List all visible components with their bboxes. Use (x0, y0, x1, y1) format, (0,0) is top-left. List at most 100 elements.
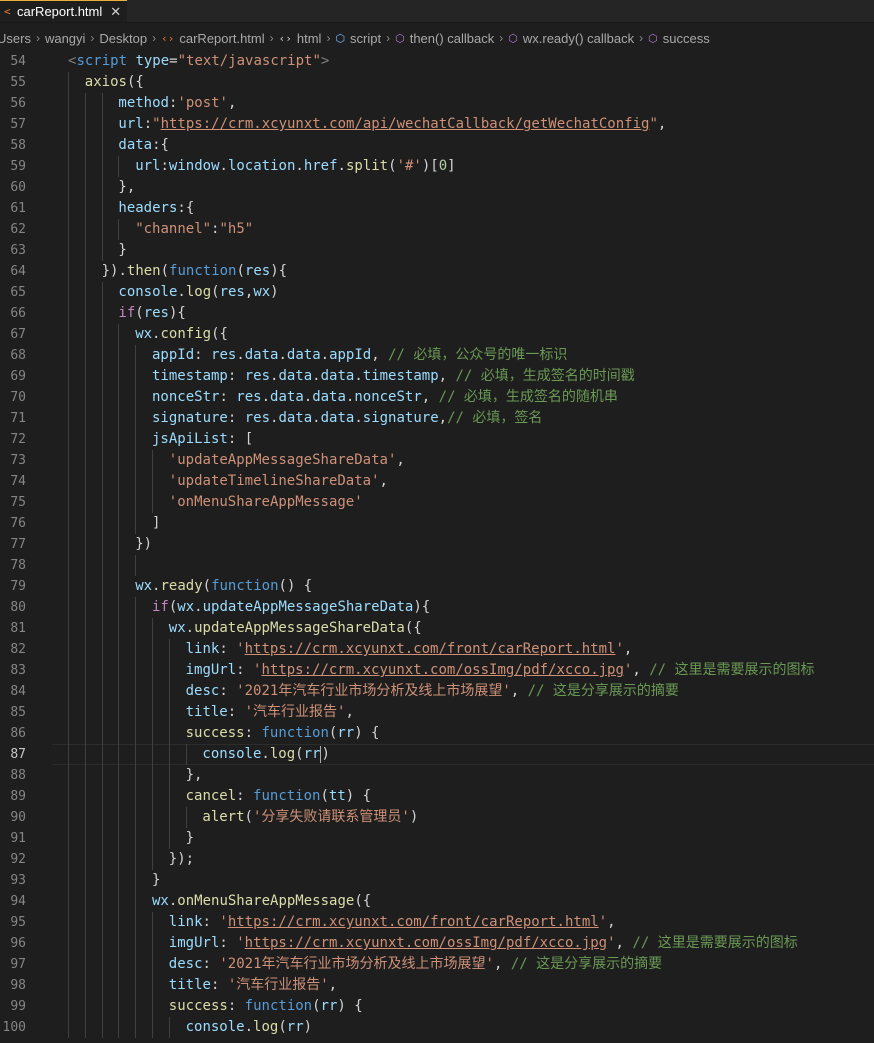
code-token: // 这是分享展示的摘要 (527, 683, 679, 699)
code-line[interactable]: 65 console.log(res,wx) (0, 282, 874, 303)
line-number: 82 (10, 642, 26, 657)
code-line[interactable]: 92}); (0, 849, 874, 870)
code-token: data (244, 347, 279, 363)
code-line[interactable]: 70 nonceStr: res.data.data.nonceStr, // 必… (0, 387, 874, 408)
breadcrumb-item[interactable]: ‹› carReport.html (161, 31, 265, 46)
code-line[interactable]: 67 wx.config({ (0, 324, 874, 345)
code-line[interactable]: 68 appId: res.data.data.appId, // 必填，公众号的… (0, 345, 874, 366)
line-number: 86 (10, 726, 26, 741)
code-line[interactable]: 56 method:'post', (0, 93, 874, 114)
code-line[interactable]: 98 title: '汽车行业报告', (0, 975, 874, 996)
code-line[interactable]: 81 wx.updateAppMessageShareData({ (0, 618, 874, 639)
line-number: 62 (10, 222, 26, 237)
code-line[interactable]: 85 title: '汽车行业报告', (0, 702, 874, 723)
symbol-method-icon: ⬡ (395, 32, 405, 45)
code-line[interactable]: 54 <script type="text/javascript"> (0, 51, 874, 72)
tab-label: carReport.html (17, 4, 103, 19)
code-line[interactable]: 96 imgUrl: 'https://crm.xcyunxt.com/ossIm… (0, 933, 874, 954)
code-editor[interactable]: 54 <script type="text/javascript"> 55 axios… (0, 51, 874, 1043)
code-line[interactable]: 63} (0, 240, 874, 261)
breadcrumb-item[interactable]: ⬡ then() callback (395, 31, 494, 46)
code-line[interactable]: 74 'updateTimelineShareData', (0, 471, 874, 492)
code-line[interactable]: 94 wx.onMenuShareAppMessage({ (0, 891, 874, 912)
code-text: <script type="text/javascript"> (68, 51, 329, 72)
code-line[interactable]: 91} (0, 828, 874, 849)
code-line[interactable]: 90 alert('分享失败请联系管理员') (0, 807, 874, 828)
code-text: headers:{ (118, 198, 194, 219)
code-line[interactable]: 61 headers:{ (0, 198, 874, 219)
code-line[interactable]: 64}).then(function(res){ (0, 261, 874, 282)
code-line[interactable]: 97 desc: '2021年汽车行业市场分析及线上市场展望', // 这是分享展… (0, 954, 874, 975)
code-text: "channel":"h5" (135, 219, 253, 240)
code-line[interactable]: 57 url:"https://crm.xcyunxt.com/api/wecha… (0, 114, 874, 135)
chevron-right-icon: › (152, 31, 157, 45)
breadcrumb-item[interactable]: ‹› html (279, 31, 322, 46)
breadcrumb-item[interactable]: wangyi (45, 31, 85, 46)
code-token: ) (303, 1019, 313, 1035)
code-line[interactable]: 71 signature: res.data.data.signature,// … (0, 408, 874, 429)
code-line[interactable]: 69 timestamp: res.data.data.timestamp, //… (0, 366, 874, 387)
code-line[interactable]: 84 desc: '2021年汽车行业市场分析及线上市场展望', // 这是分享展… (0, 681, 874, 702)
close-icon[interactable]: ✕ (110, 4, 121, 20)
code-token: , (657, 116, 667, 132)
code-token: '汽车行业报告' (244, 704, 346, 720)
code-token: : (219, 641, 237, 657)
code-token: , (438, 410, 448, 426)
breadcrumb-item[interactable]: ⬡ script (335, 31, 381, 46)
code-line[interactable]: 60}, (0, 177, 874, 198)
code-line[interactable]: 82 link: 'https://crm.xcyunxt.com/front/c… (0, 639, 874, 660)
code-line[interactable]: 83 imgUrl: 'https://crm.xcyunxt.com/ossIm… (0, 660, 874, 681)
code-line[interactable]: 78 (0, 555, 874, 576)
code-line[interactable]: 86 success: function(rr) { (0, 723, 874, 744)
code-line[interactable]: 79 wx.ready(function() { (0, 576, 874, 597)
code-line[interactable]: 80 if(wx.updateAppMessageShareData){ (0, 597, 874, 618)
code-line[interactable]: 58 data:{ (0, 135, 874, 156)
code-token: updateAppMessageShareData (202, 599, 414, 615)
code-token: }); (168, 851, 195, 867)
symbol-method-icon: ⬡ (648, 32, 658, 45)
breadcrumb-item[interactable]: ⬡ success (648, 31, 710, 46)
breadcrumb-item[interactable]: Desktop (99, 31, 147, 46)
code-line[interactable]: 93} (0, 870, 874, 891)
code-token: ) (409, 809, 419, 825)
code-token: https://crm.xcyunxt.com/ossImg/pdf/xcco.… (261, 662, 624, 678)
code-line[interactable]: 95 link: 'https://crm.xcyunxt.com/front/c… (0, 912, 874, 933)
code-token: . (177, 284, 186, 300)
code-token: console (118, 284, 178, 300)
code-line[interactable]: 89 cancel: function(tt) { (0, 786, 874, 807)
line-number: 75 (10, 495, 26, 510)
code-token: // 必填，公众号的唯一标识 (388, 347, 568, 363)
line-number: 98 (10, 978, 26, 993)
code-line[interactable]: 99 success: function(rr) { (0, 996, 874, 1017)
code-line[interactable]: 77}) (0, 534, 874, 555)
code-line[interactable]: 87 console.log(rr) (0, 744, 874, 765)
tab-carreport-html[interactable]: < carReport.html ✕ (0, 0, 127, 22)
code-token: ] (152, 515, 161, 531)
code-line[interactable]: 100 console.log(rr) (0, 1017, 874, 1038)
code-line[interactable]: 75 'onMenuShareAppMessage' (0, 492, 874, 513)
code-line[interactable]: 55 axios({ (0, 72, 874, 93)
code-line[interactable]: 76] (0, 513, 874, 534)
breadcrumb-item[interactable]: ⬡ wx.ready() callback (508, 31, 634, 46)
code-token: : (227, 410, 245, 426)
code-token: rr (320, 998, 338, 1014)
code-line[interactable]: 66 if(res){ (0, 303, 874, 324)
code-token: . (278, 347, 287, 363)
code-line[interactable]: 72 jsApiList: [ (0, 429, 874, 450)
code-line[interactable]: 59 url:window.location.href.split('#')[0] (0, 156, 874, 177)
code-token: ) (270, 284, 279, 300)
editor-tab-bar: < carReport.html ✕ (0, 0, 874, 23)
breadcrumb-item[interactable]: Users (0, 31, 31, 46)
code-token: '2021年汽车行业市场分析及线上市场展望' (219, 956, 494, 972)
code-line[interactable]: 73 'updateAppMessageShareData', (0, 450, 874, 471)
code-token: . (261, 746, 270, 762)
code-token: : (236, 662, 254, 678)
code-token: : (236, 788, 254, 804)
code-token: : (227, 368, 245, 384)
code-line[interactable]: 88}, (0, 765, 874, 786)
code-token: // 这是分享展示的摘要 (510, 956, 663, 972)
code-line[interactable]: 62 "channel":"h5" (0, 219, 874, 240)
code-token: :{ (152, 137, 169, 153)
code-token: } (118, 242, 127, 258)
code-token: appId (329, 347, 372, 363)
